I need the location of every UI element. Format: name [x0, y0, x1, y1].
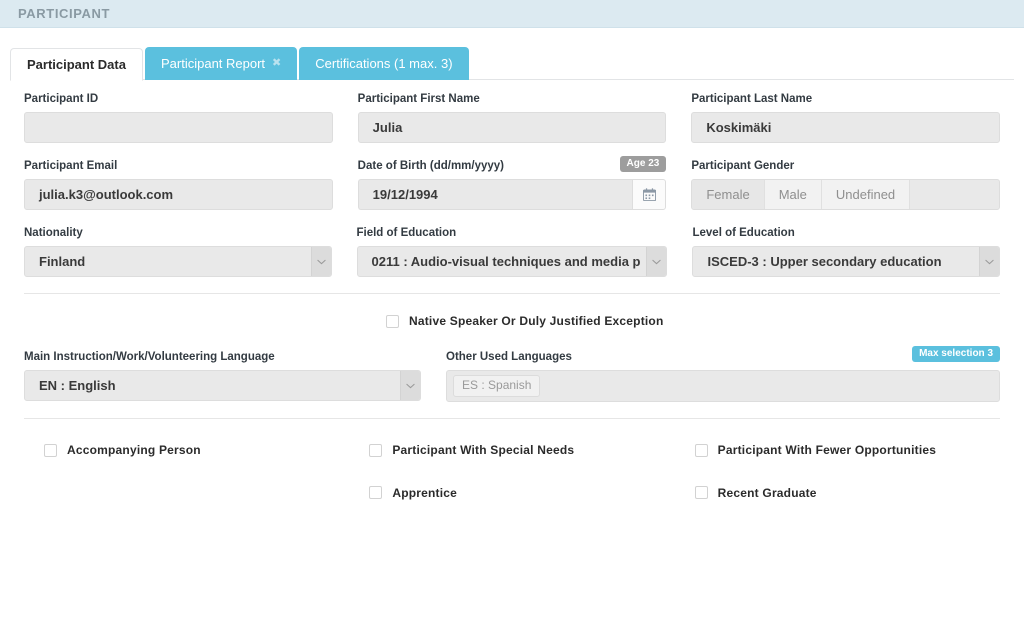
chevron-down-icon[interactable] — [978, 247, 999, 276]
checkbox-box-icon[interactable] — [694, 443, 708, 457]
field-main-language: Main Instruction/Work/Volunteering Langu… — [24, 350, 421, 402]
checkbox-native-speaker[interactable]: Native Speaker Or Duly Justified Excepti… — [386, 314, 663, 328]
main-language-label: Main Instruction/Work/Volunteering Langu… — [24, 351, 275, 363]
checkbox-special-needs-label: Participant With Special Needs — [392, 443, 575, 457]
page-header: PARTICIPANT — [0, 0, 1024, 28]
checkbox-apprentice[interactable]: Apprentice — [369, 486, 457, 500]
checkbox-native-speaker-label: Native Speaker Or Duly Justified Excepti… — [409, 314, 664, 328]
tab-certifications[interactable]: Certifications (1 max. 3) — [299, 47, 469, 80]
checkbox-special-needs[interactable]: Participant With Special Needs — [369, 443, 574, 457]
field-other-languages: Other Used Languages Max selection 3 ES … — [446, 346, 1000, 402]
checkbox-box-icon[interactable] — [369, 443, 383, 457]
field-participant-email: Participant Email julia.k3@outlook.com — [24, 159, 333, 210]
gender-option-female[interactable]: Female — [692, 180, 765, 209]
flags-column-3: Participant With Fewer Opportunities Rec… — [675, 443, 975, 528]
calendar-icon[interactable] — [632, 179, 667, 210]
field-of-education-select[interactable]: 0211 : Audio-visual techniques and media… — [356, 246, 668, 277]
participant-email-label: Participant Email — [24, 160, 118, 172]
field-first-name: Participant First Name Julia — [357, 92, 667, 143]
tab-strip: Participant Data Participant Report ✖ Ce… — [0, 28, 1024, 81]
checkbox-apprentice-label: Apprentice — [392, 485, 458, 500]
other-languages-input[interactable]: ES : Spanish — [446, 370, 1000, 402]
gender-group-filler — [910, 180, 999, 209]
field-date-of-birth: Date of Birth (dd/mm/yyyy) Age 23 19/12/… — [357, 156, 667, 210]
checkbox-box-icon[interactable] — [44, 443, 57, 457]
checkbox-fewer-opportunities[interactable]: Participant With Fewer Opportunities — [694, 443, 937, 457]
flags-column-2: Participant With Special Needs Apprentic… — [349, 443, 649, 528]
form-row-identity: Participant ID Participant First Name Ju… — [24, 92, 1001, 143]
field-participant-gender: Participant Gender Female Male Undefined — [691, 159, 1001, 210]
participant-email-input[interactable]: julia.k3@outlook.com — [24, 179, 333, 210]
gender-button-group: Female Male Undefined — [691, 179, 1001, 210]
native-speaker-row: Native Speaker Or Duly Justified Excepti… — [24, 314, 1000, 328]
checkbox-box-icon[interactable] — [369, 486, 383, 499]
main-language-select[interactable]: EN : English — [24, 370, 421, 401]
nationality-label: Nationality — [24, 227, 83, 239]
participant-gender-label: Participant Gender — [691, 160, 795, 172]
level-of-education-value: ISCED-3 : Upper secondary education — [707, 254, 942, 269]
form-row-languages: Main Instruction/Work/Volunteering Langu… — [24, 346, 1000, 402]
checkbox-accompanying-person[interactable]: Accompanying Person — [44, 443, 201, 457]
participant-id-label: Participant ID — [24, 93, 99, 105]
gender-option-undefined[interactable]: Undefined — [821, 180, 911, 209]
last-name-label: Participant Last Name — [691, 93, 813, 105]
field-field-of-education: Field of Education 0211 : Audio-visual t… — [356, 226, 668, 277]
gender-option-male[interactable]: Male — [764, 180, 822, 209]
participant-form: Participant ID Participant First Name Ju… — [0, 80, 1024, 528]
tab-certifications-label: Certifications (1 max. 3) — [315, 56, 453, 71]
page-title: PARTICIPANT — [18, 6, 111, 21]
form-row-education: Nationality Finland Field of Education 0… — [24, 226, 1000, 277]
flags-column-1: Accompanying Person — [24, 443, 324, 528]
checkbox-accompanying-person-label: Accompanying Person — [67, 443, 201, 457]
age-badge: Age 23 — [619, 156, 667, 172]
first-name-label: Participant First Name — [357, 93, 480, 105]
field-level-of-education: Level of Education ISCED-3 : Upper secon… — [692, 226, 1000, 277]
field-nationality: Nationality Finland — [24, 226, 332, 277]
nationality-value: Finland — [39, 254, 86, 269]
participant-flags-grid: Accompanying Person Participant With Spe… — [24, 433, 1000, 528]
nationality-select[interactable]: Finland — [24, 246, 332, 277]
date-of-birth-group: 19/12/1994 — [357, 179, 667, 210]
field-participant-id: Participant ID — [24, 92, 333, 143]
checkbox-recent-graduate[interactable]: Recent Graduate — [694, 485, 817, 500]
level-of-education-select[interactable]: ISCED-3 : Upper secondary education — [692, 246, 1000, 277]
language-chip[interactable]: ES : Spanish — [453, 375, 541, 397]
form-row-contact: Participant Email julia.k3@outlook.com D… — [24, 156, 1001, 210]
tab-participant-data[interactable]: Participant Data — [10, 48, 143, 81]
tab-participant-report-label: Participant Report — [160, 56, 266, 71]
level-of-education-label: Level of Education — [692, 227, 795, 239]
last-name-input[interactable]: Koskimäki — [691, 112, 1001, 143]
chevron-down-icon[interactable] — [400, 371, 420, 400]
chevron-down-icon[interactable] — [310, 247, 331, 276]
checkbox-recent-graduate-label: Recent Graduate — [717, 485, 817, 500]
date-of-birth-input[interactable]: 19/12/1994 — [357, 179, 633, 210]
first-name-input[interactable]: Julia — [357, 112, 667, 143]
chevron-down-icon[interactable] — [646, 247, 667, 276]
main-language-value: EN : English — [39, 378, 116, 393]
participant-id-input[interactable] — [24, 112, 333, 143]
tab-participant-report[interactable]: Participant Report ✖ — [144, 47, 298, 80]
field-of-education-value: 0211 : Audio-visual techniques and media… — [371, 254, 641, 269]
checkbox-box-icon[interactable] — [694, 486, 708, 499]
max-selection-badge: Max selection 3 — [912, 346, 1000, 362]
divider-education — [24, 293, 1000, 294]
field-of-education-label: Field of Education — [356, 227, 457, 239]
tab-participant-data-label: Participant Data — [27, 57, 126, 72]
checkbox-box-icon[interactable] — [386, 314, 399, 328]
field-last-name: Participant Last Name Koskimäki — [691, 92, 1001, 143]
checkbox-fewer-opportunities-label: Participant With Fewer Opportunities — [717, 443, 937, 457]
divider-flags — [24, 418, 1000, 419]
close-icon[interactable]: ✖ — [272, 58, 281, 69]
